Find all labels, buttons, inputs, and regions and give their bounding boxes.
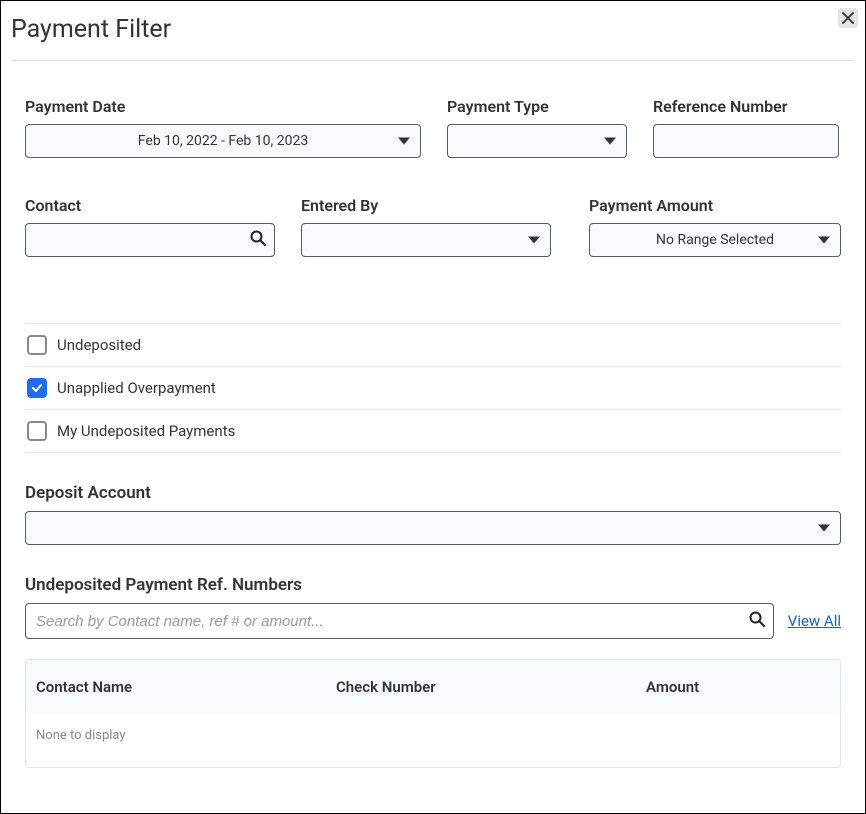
undeposited-row: Undeposited: [25, 324, 841, 367]
my-undeposited-row: My Undeposited Payments: [25, 410, 841, 453]
undeposited-refs-section: Undeposited Payment Ref. Numbers View Al…: [25, 575, 841, 639]
chevron-down-icon: [818, 237, 830, 244]
my-undeposited-checkbox[interactable]: [27, 421, 47, 441]
col-contact-name: Contact Name: [36, 678, 336, 696]
payment-amount-select[interactable]: No Range Selected: [589, 223, 841, 257]
filter-row-2: Contact Entered By Payment Amount No Ran…: [25, 196, 841, 257]
chevron-down-icon: [398, 138, 410, 145]
deposit-account-select[interactable]: [25, 511, 841, 545]
reference-number-input[interactable]: [653, 124, 839, 158]
unapplied-overpayment-label: Unapplied Overpayment: [57, 379, 216, 397]
entered-by-field: Entered By: [301, 196, 551, 257]
payment-date-field: Payment Date Feb 10, 2022 - Feb 10, 2023: [25, 97, 421, 158]
undeposited-refs-label: Undeposited Payment Ref. Numbers: [25, 575, 841, 595]
chevron-down-icon: [528, 237, 540, 244]
undeposited-refs-search-row: View All: [25, 603, 841, 639]
deposit-account-section: Deposit Account: [25, 483, 841, 545]
unapplied-overpayment-checkbox[interactable]: [27, 378, 47, 398]
modal-title: Payment Filter: [11, 15, 845, 44]
payment-date-label: Payment Date: [25, 97, 421, 116]
payment-amount-field: Payment Amount No Range Selected: [589, 196, 841, 257]
payment-amount-label: Payment Amount: [589, 196, 841, 215]
contact-field: Contact: [25, 196, 275, 257]
col-amount: Amount: [646, 678, 830, 696]
results-table: Contact Name Check Number Amount None to…: [25, 659, 841, 768]
search-icon: [250, 230, 266, 250]
payment-date-value: Feb 10, 2022 - Feb 10, 2023: [138, 133, 308, 149]
filter-checkbox-list: Undeposited Unapplied Overpayment My Und…: [25, 323, 841, 453]
reference-number-label: Reference Number: [653, 97, 839, 116]
undeposited-refs-search[interactable]: [25, 603, 774, 639]
payment-type-field: Payment Type: [447, 97, 627, 158]
modal-header: Payment Filter: [1, 1, 865, 60]
payment-filter-modal: Payment Filter Payment Date Feb 10, 2022…: [0, 0, 866, 814]
col-check-number: Check Number: [336, 678, 646, 696]
payment-type-label: Payment Type: [447, 97, 627, 116]
deposit-account-label: Deposit Account: [25, 483, 841, 503]
table-header: Contact Name Check Number Amount: [26, 660, 840, 714]
table-empty-state: None to display: [26, 714, 840, 767]
payment-amount-value: No Range Selected: [656, 232, 774, 248]
close-icon: [842, 12, 854, 24]
close-button[interactable]: [838, 8, 858, 28]
entered-by-label: Entered By: [301, 196, 551, 215]
reference-number-field: Reference Number: [653, 97, 839, 158]
undeposited-checkbox[interactable]: [27, 335, 47, 355]
payment-type-select[interactable]: [447, 124, 627, 158]
contact-label: Contact: [25, 196, 275, 215]
undeposited-label: Undeposited: [57, 336, 141, 354]
filter-row-1: Payment Date Feb 10, 2022 - Feb 10, 2023…: [25, 97, 841, 158]
payment-date-select[interactable]: Feb 10, 2022 - Feb 10, 2023: [25, 124, 421, 158]
unapplied-overpayment-row: Unapplied Overpayment: [25, 367, 841, 410]
my-undeposited-label: My Undeposited Payments: [57, 422, 235, 440]
search-icon: [749, 611, 765, 631]
modal-body: Payment Date Feb 10, 2022 - Feb 10, 2023…: [1, 61, 865, 768]
contact-input[interactable]: [25, 223, 275, 257]
view-all-link[interactable]: View All: [788, 612, 841, 630]
undeposited-refs-input[interactable]: [36, 613, 763, 630]
chevron-down-icon: [818, 525, 830, 532]
chevron-down-icon: [604, 138, 616, 145]
entered-by-select[interactable]: [301, 223, 551, 257]
